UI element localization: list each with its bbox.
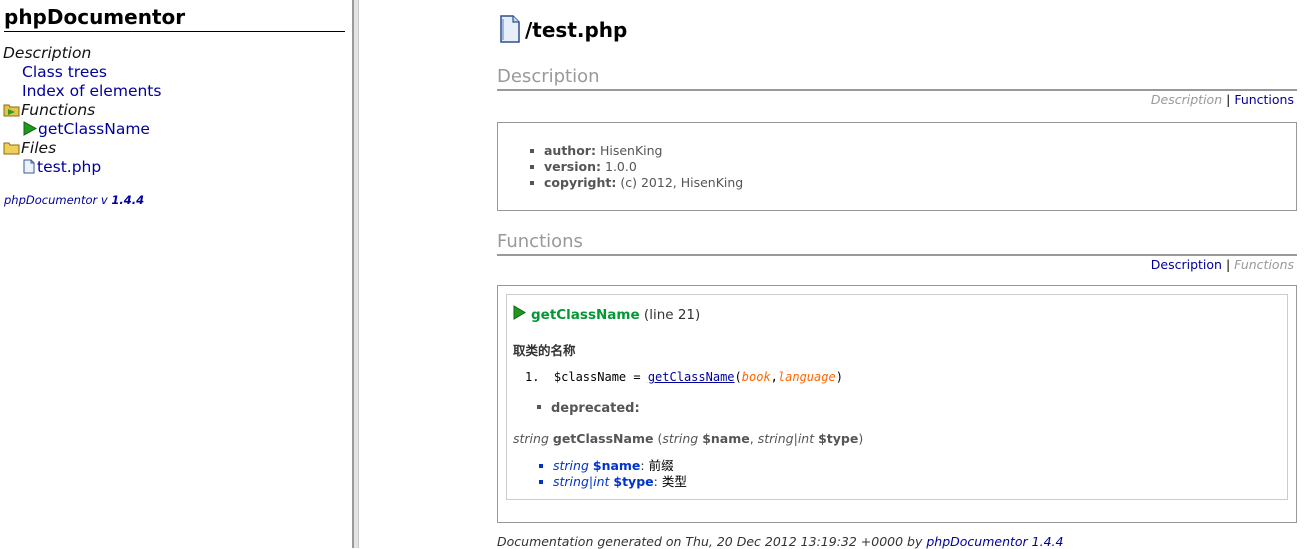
param-type: string|int — [553, 474, 610, 489]
param2-name: $type — [818, 431, 859, 446]
functions-box: getClassName (line 21) 取类的名称 1. $classNa… — [497, 285, 1297, 523]
tag-author: author: HisenKing — [528, 143, 1296, 159]
code-open-paren: ( — [734, 370, 742, 384]
description-section-nav: Description | Functions — [497, 92, 1294, 108]
param1-type: string — [662, 431, 699, 446]
nav-separator: | — [1225, 257, 1231, 272]
folder-icon — [3, 140, 20, 160]
test-php-link[interactable]: test.php — [37, 158, 101, 176]
generator-version: 1.4.4 — [111, 193, 145, 207]
function-play-icon — [22, 121, 38, 141]
param-type: string — [553, 458, 589, 473]
signature-close: ) — [858, 431, 864, 446]
footer-text: Documentation generated on Thu, 20 Dec 2… — [497, 534, 923, 549]
function-title: getClassName (line 21) — [513, 305, 700, 325]
param-desc: 类型 — [661, 474, 687, 489]
nav-functions-link[interactable]: Functions — [1234, 92, 1294, 107]
tree-item-getclassname[interactable]: getClassName — [0, 120, 161, 139]
function-line: (line 21) — [643, 307, 701, 323]
code-prefix: $className = — [553, 370, 648, 384]
code-arg-book: book — [741, 370, 771, 384]
function-name: getClassName — [531, 307, 640, 323]
getclassname-link[interactable]: getClassName — [38, 120, 150, 138]
nav-description-link[interactable]: Description — [1151, 257, 1222, 272]
footer-phpdocumentor-link[interactable]: phpDocumentor 1.4.4 — [926, 534, 1063, 549]
code-arg-language: language — [777, 370, 836, 384]
param-item: string $name: 前缀 — [539, 458, 687, 474]
param2-type-b: int — [797, 431, 815, 446]
tag-value: HisenKing — [599, 143, 663, 158]
tree-item-class-trees[interactable]: Class trees — [0, 63, 161, 82]
generator-prefix: phpDocumentor v — [4, 193, 108, 207]
deprecated-label: deprecated: — [551, 401, 640, 416]
tag-label: version: — [544, 159, 602, 174]
description-box: author: HisenKing version: 1.0.0 copyrig… — [497, 122, 1297, 211]
nav-functions-current: Functions — [1234, 257, 1294, 272]
tree-files-heading[interactable]: Files — [0, 139, 161, 158]
bullet — [537, 405, 541, 409]
app-title: phpDocumentor — [4, 6, 345, 32]
file-title: /test.php — [499, 15, 627, 45]
function-signature: string getClassName (string $name, strin… — [513, 431, 863, 446]
tree-description-heading: Description — [0, 44, 161, 63]
param1-name: $name — [702, 431, 750, 446]
tag-list: author: HisenKing version: 1.0.0 copyrig… — [528, 143, 1296, 191]
param-desc: 前缀 — [648, 458, 674, 473]
functions-section-title: Functions — [497, 231, 1297, 256]
tag-label: copyright: — [544, 175, 617, 190]
param-name: $name — [592, 458, 641, 473]
tag-value: (c) 2012, HisenKing — [620, 175, 744, 190]
right-frame: /test.php Description Description | Func… — [359, 0, 1312, 549]
class-trees-link[interactable]: Class trees — [22, 63, 107, 81]
index-of-elements-link[interactable]: Index of elements — [22, 82, 161, 100]
function-description: 取类的名称 — [513, 343, 576, 358]
nav-separator: | — [1226, 92, 1231, 107]
tag-copyright: copyright: (c) 2012, HisenKing — [528, 175, 1296, 191]
functions-heading-label: Functions — [21, 101, 96, 119]
param-item: string|int $type: 类型 — [539, 474, 687, 490]
deprecated-tag: deprecated: — [537, 401, 640, 416]
function-play-icon — [513, 305, 526, 325]
file-icon — [22, 159, 36, 179]
left-frame: phpDocumentor Description Class trees In… — [0, 0, 352, 548]
description-heading-label: Description — [3, 44, 92, 62]
footer: Documentation generated on Thu, 20 Dec 2… — [497, 534, 1063, 549]
tag-label: author: — [544, 143, 596, 158]
param-name: $type — [613, 474, 654, 489]
param2-type-a: string — [757, 431, 794, 446]
navigation-tree: Description Class trees Index of element… — [0, 44, 161, 177]
code-line-number: 1. — [525, 370, 540, 384]
function-detail: getClassName (line 21) 取类的名称 1. $classNa… — [506, 294, 1288, 500]
folder-open-icon — [3, 102, 20, 122]
frame-divider[interactable] — [352, 0, 359, 548]
return-type: string — [513, 431, 549, 446]
signature-name: getClassName — [552, 431, 654, 446]
code-close-paren: ) — [835, 370, 843, 384]
generator-credit: phpDocumentor v 1.4.4 — [4, 193, 144, 207]
tree-item-test-php[interactable]: test.php — [0, 158, 161, 177]
code-example: 1. $className = getClassName(book,langua… — [525, 370, 843, 384]
tag-version: version: 1.0.0 — [528, 159, 1296, 175]
file-title-text: /test.php — [525, 18, 628, 42]
description-section-title: Description — [497, 66, 1297, 91]
code-function-link[interactable]: getClassName — [648, 370, 735, 384]
files-heading-label: Files — [21, 139, 57, 157]
tree-item-index-of-elements[interactable]: Index of elements — [0, 82, 161, 101]
nav-description-current: Description — [1150, 92, 1223, 107]
param-list: string $name: 前缀 string|int $type: 类型 — [539, 458, 687, 490]
tag-value: 1.0.0 — [605, 159, 637, 174]
tree-functions-heading[interactable]: Functions — [0, 101, 161, 120]
functions-section-nav: Description | Functions — [497, 257, 1294, 273]
file-large-icon — [499, 15, 521, 51]
signature-comma: , — [749, 431, 754, 446]
code-comma: , — [770, 370, 778, 384]
